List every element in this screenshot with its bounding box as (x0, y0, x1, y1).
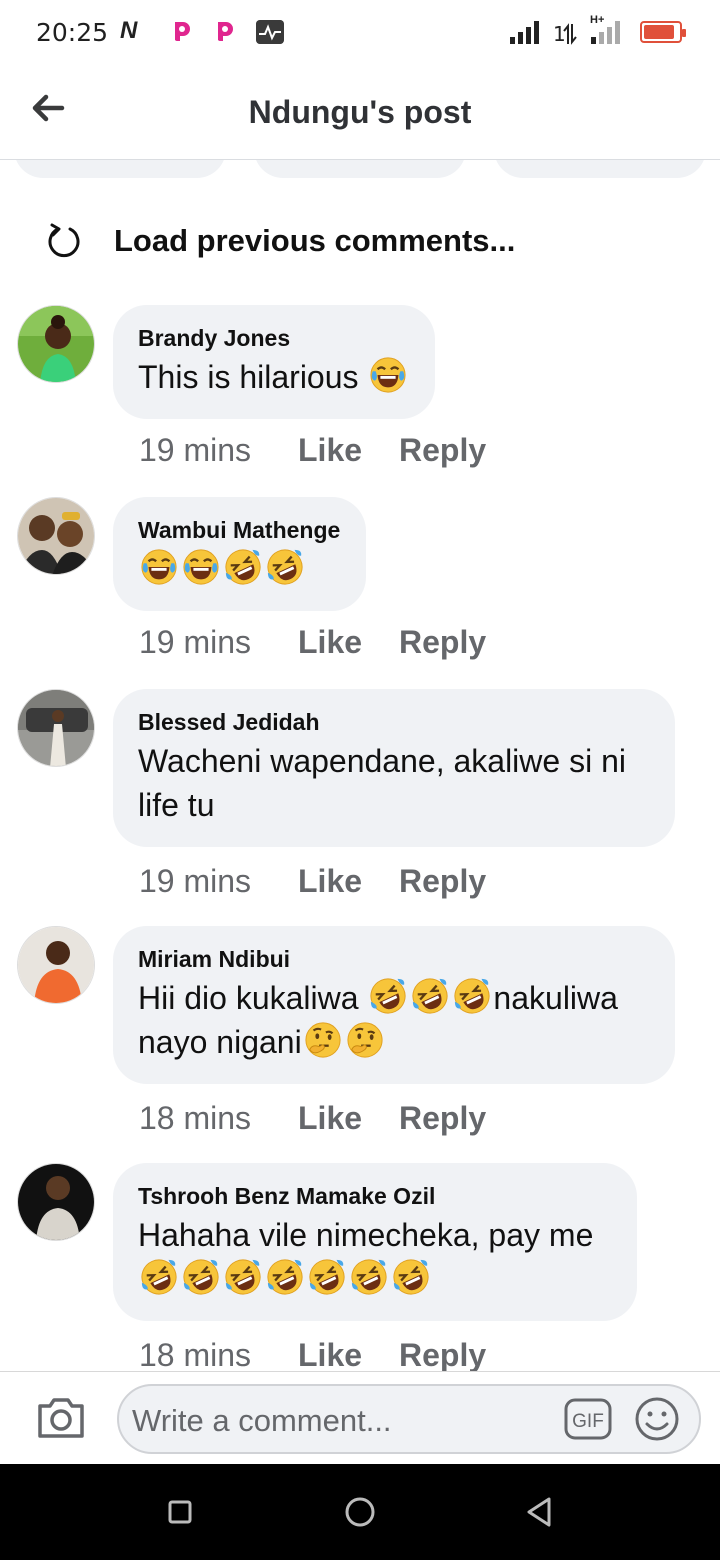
smiley-icon[interactable] (633, 1395, 681, 1443)
page-title: Ndungu's post (248, 94, 472, 130)
comment-time: 19 mins (139, 624, 252, 660)
comment-bubble[interactable]: Blessed Jedidah Wacheni wapendane, akali… (113, 689, 675, 847)
reaction-pills-row (0, 160, 720, 182)
status-time: 20:25 (36, 18, 109, 47)
rolling-laughing-emoji-icon (411, 977, 449, 1015)
square-recents-icon[interactable] (162, 1494, 198, 1530)
reaction-pill[interactable] (254, 160, 466, 178)
tears-of-joy-emoji-icon (369, 356, 407, 394)
comment-bubble[interactable]: Miriam Ndibui Hii dio kukaliwa nakuliwa n… (113, 926, 675, 1084)
comment-author[interactable]: Tshrooh Benz Mamake Ozil (138, 1181, 611, 1211)
like-button[interactable]: Like (298, 430, 399, 470)
comment-bubble[interactable]: Wambui Mathenge (113, 497, 367, 611)
n-icon: N (120, 17, 138, 44)
comment-text: Hii dio kukaliwa nakuliwa nayo nigani (138, 976, 649, 1064)
triangle-back-icon[interactable] (522, 1494, 558, 1530)
rolling-laughing-emoji-icon (266, 1258, 304, 1296)
comment-author[interactable]: Miriam Ndibui (138, 944, 649, 974)
comment-text: This is hilarious (138, 355, 409, 399)
comment-time: 19 mins (139, 432, 252, 468)
avatar[interactable] (17, 497, 95, 575)
comment-meta: 19 mins Like Reply (139, 622, 486, 662)
avatar[interactable] (17, 926, 95, 1004)
rolling-laughing-emoji-icon (224, 1258, 262, 1296)
load-previous-comments-button[interactable]: Load previous comments... (44, 218, 515, 264)
rolling-laughing-emoji-icon (369, 977, 407, 1015)
camera-icon[interactable] (36, 1394, 86, 1440)
comment-meta: 19 mins Like Reply (139, 861, 486, 901)
comment-bubble[interactable]: Brandy Jones This is hilarious (113, 305, 436, 419)
reply-button[interactable]: Reply (399, 622, 486, 662)
rolling-laughing-emoji-icon (392, 1258, 430, 1296)
rolling-laughing-emoji-icon (266, 548, 304, 586)
battery-low-icon (640, 21, 686, 43)
rolling-laughing-emoji-icon (350, 1258, 388, 1296)
p-app-icon (175, 22, 190, 41)
header: Ndungu's post (0, 64, 720, 160)
comment-placeholder: Write a comment... (132, 1403, 392, 1438)
comment-text: Wacheni wapendane, akaliwe si ni life tu (138, 743, 626, 823)
thinking-emoji-icon (304, 1021, 342, 1059)
rolling-laughing-emoji-icon (224, 548, 262, 586)
rolling-laughing-emoji-icon (453, 977, 491, 1015)
status-bar: 20:25 N 1 H+ (0, 0, 720, 64)
circle-home-icon[interactable] (342, 1494, 378, 1530)
comment-bubble[interactable]: Tshrooh Benz Mamake Ozil Hahaha vile nim… (113, 1163, 637, 1321)
reply-button[interactable]: Reply (399, 1335, 486, 1375)
signal-h-plus-icon (591, 20, 620, 44)
comment-author[interactable]: Brandy Jones (138, 323, 409, 353)
reply-button[interactable]: Reply (399, 861, 486, 901)
comment-time: 18 mins (139, 1337, 252, 1373)
refresh-icon (48, 223, 80, 258)
reaction-pill[interactable] (494, 160, 706, 178)
reaction-pill[interactable] (14, 160, 226, 178)
comment-composer: Write a comment... GIF (0, 1371, 720, 1464)
comment-time: 19 mins (139, 863, 252, 899)
comment-author[interactable]: Wambui Mathenge (138, 515, 340, 545)
comment-author[interactable]: Blessed Jedidah (138, 707, 649, 737)
system-nav-bar (0, 1464, 720, 1560)
thinking-emoji-icon (346, 1021, 384, 1059)
rolling-laughing-emoji-icon (308, 1258, 346, 1296)
like-button[interactable]: Like (298, 1098, 399, 1138)
comment-meta: 18 mins Like Reply (139, 1098, 486, 1138)
like-button[interactable]: Like (298, 622, 399, 662)
data-arrows-icon: 1 (553, 22, 577, 46)
p-app-icon (218, 22, 233, 41)
avatar[interactable] (17, 305, 95, 383)
gif-icon[interactable]: GIF (563, 1396, 613, 1442)
data-label: 1 (553, 22, 566, 46)
comment-meta: 19 mins Like Reply (139, 430, 486, 470)
rolling-laughing-emoji-icon (182, 1258, 220, 1296)
comment-text (138, 547, 340, 591)
gif-label: GIF (572, 1411, 604, 1432)
signal-icon (510, 20, 539, 44)
tears-of-joy-emoji-icon (140, 548, 178, 586)
avatar[interactable] (17, 689, 95, 767)
rolling-laughing-emoji-icon (140, 1258, 178, 1296)
comment-meta: 18 mins Like Reply (139, 1335, 486, 1375)
comment-text: Hahaha vile nimecheka, pay me (138, 1213, 611, 1301)
load-previous-label: Load previous comments... (114, 223, 516, 258)
pulse-icon (256, 20, 284, 44)
tears-of-joy-emoji-icon (182, 548, 220, 586)
comment-time: 18 mins (139, 1100, 252, 1136)
reply-button[interactable]: Reply (399, 1098, 486, 1138)
like-button[interactable]: Like (298, 861, 399, 901)
reply-button[interactable]: Reply (399, 430, 486, 470)
like-button[interactable]: Like (298, 1335, 399, 1375)
comment-input[interactable]: Write a comment... GIF (117, 1384, 701, 1454)
avatar[interactable] (17, 1163, 95, 1241)
